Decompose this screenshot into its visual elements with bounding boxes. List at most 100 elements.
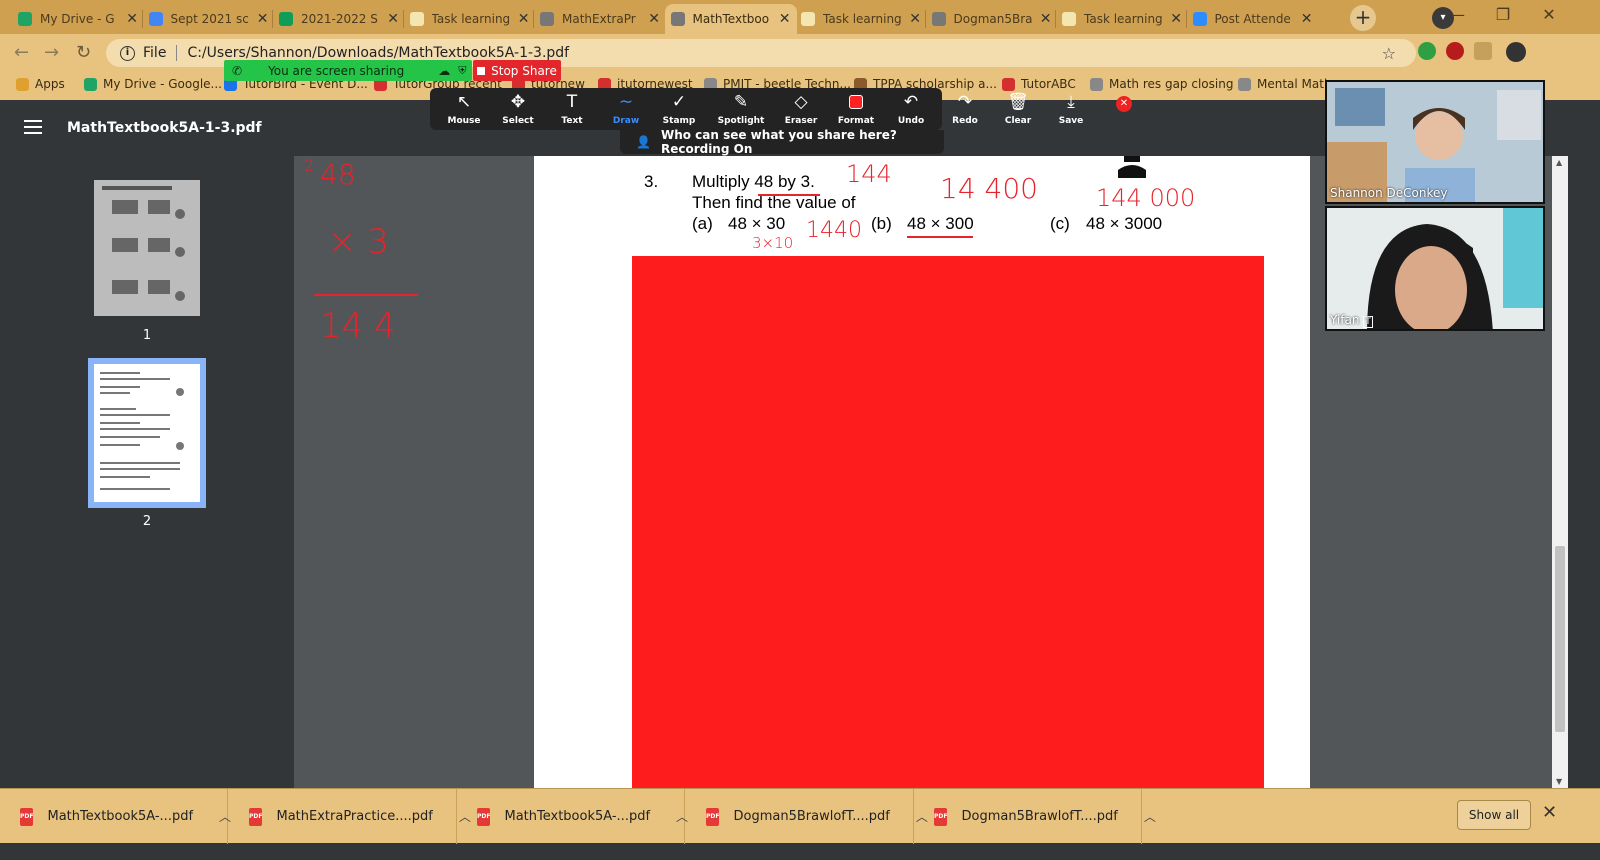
tab-separator (402, 10, 404, 28)
redo-icon: ↷ (957, 92, 973, 112)
extension-green-icon[interactable] (1418, 42, 1436, 60)
new-tab-button[interactable]: + (1350, 5, 1376, 31)
tab-separator (1055, 10, 1056, 28)
tool-eraser-button[interactable]: ◇ Eraser (774, 92, 828, 126)
tab-9[interactable]: Task learning ✕ (1056, 4, 1188, 34)
pdf-file-icon: PDF (477, 807, 491, 826)
bookmark-9[interactable]: TutorABC (1002, 77, 1076, 91)
menu-icon[interactable] (24, 120, 42, 134)
restore-icon[interactable]: ❐ (1480, 0, 1526, 30)
chevron-up-icon[interactable]: ︿ (1144, 808, 1156, 825)
tab-title: My Drive - G (40, 12, 115, 26)
tool-clear-button[interactable]: 🗑 Clear (991, 92, 1045, 126)
tab-4[interactable]: Task learning ✕ (404, 4, 536, 34)
tool-format-button[interactable]: Format (829, 92, 883, 126)
tool-stamp-button[interactable]: ✓ Stamp (652, 92, 706, 126)
ink-left-top: 48 (320, 158, 356, 191)
bookmark-label: Math res gap closing (1109, 77, 1234, 91)
window-close-icon[interactable]: ✕ (1526, 0, 1572, 30)
share-notice-bar[interactable]: 👤 Who can see what you share here? Recor… (620, 128, 944, 156)
tool-text-button[interactable]: T Text (545, 92, 599, 126)
extensions-puzzle-icon[interactable] (1474, 42, 1492, 60)
info-icon[interactable]: i (120, 45, 135, 61)
bookmark-2[interactable]: My Drive - Google... (84, 77, 222, 91)
move-icon: ✥ (510, 92, 526, 112)
bookmark-11[interactable]: Mental Math (1238, 77, 1332, 91)
download-item-3[interactable]: PDF MathTextbook5A-...pdf ︿ (457, 789, 688, 844)
tab-6[interactable]: MathTextboo ✕ (664, 4, 797, 34)
tab-1[interactable]: My Drive - G ✕ (12, 4, 144, 34)
ink-left-mult: × 3 (328, 222, 389, 262)
tool-label: Clear (1004, 116, 1032, 126)
download-item-2[interactable]: PDF MathExtraPractice....pdf ︿ (229, 789, 471, 844)
tab-5[interactable]: MathExtraPr ✕ (534, 4, 666, 34)
tab-2[interactable]: Sept 2021 sc ✕ (143, 4, 275, 34)
scroll-up-icon[interactable]: ▲ (1556, 158, 1562, 167)
bookmark-favicon-icon (1238, 77, 1251, 91)
bookmark-favicon-icon (84, 77, 97, 91)
close-downloads-icon[interactable]: ✕ (1542, 802, 1557, 823)
tool-save-button[interactable]: ⤓ Save (1044, 92, 1098, 126)
show-all-downloads-button[interactable]: Show all (1457, 800, 1531, 830)
tab-close-icon[interactable]: ✕ (1170, 11, 1182, 27)
thumbnail-page-1-content (102, 186, 185, 301)
tab-close-icon[interactable]: ✕ (909, 11, 921, 27)
video-tile-shannon[interactable]: Shannon DeConkey (1325, 80, 1545, 204)
profile-avatar[interactable] (1506, 42, 1526, 62)
thumbnail-sidebar: 1 2 (0, 156, 294, 788)
tab-separator (533, 10, 534, 28)
tool-label: Redo (952, 116, 978, 126)
address-divider (176, 45, 178, 61)
tool-mouse-button[interactable]: ↖ Mouse (437, 92, 491, 126)
download-item-1[interactable]: PDF MathTextbook5A-...pdf ︿ (0, 789, 231, 844)
tool-undo-button[interactable]: ↶ Undo (884, 92, 938, 126)
tab-close-icon[interactable]: ✕ (518, 11, 530, 27)
tab-close-icon[interactable]: ✕ (1301, 11, 1313, 27)
download-item-4[interactable]: PDF Dogman5BrawlofT....pdf ︿ (686, 789, 928, 844)
tab-close-icon[interactable]: ✕ (1040, 11, 1052, 27)
stop-icon (477, 66, 486, 75)
tab-close-icon[interactable]: ✕ (387, 11, 399, 27)
eraser-icon: ◇ (794, 92, 808, 112)
tab-close-icon[interactable]: ✕ (257, 11, 269, 27)
tab-close-icon[interactable]: ✕ (126, 11, 138, 27)
tab-7[interactable]: Task learning ✕ (795, 4, 927, 34)
ink-left-result: 14 4 (320, 306, 396, 346)
thumbnail-page-1[interactable] (94, 180, 200, 316)
video-tile-yifan[interactable]: Yifan T (1325, 206, 1545, 331)
scrollbar-thumb[interactable] (1555, 546, 1565, 732)
tab-favicon-icon (409, 12, 424, 26)
minimize-icon[interactable]: — (1434, 0, 1480, 30)
forward-icon[interactable]: → (44, 42, 59, 63)
close-annotation-icon[interactable]: ✕ (1116, 96, 1132, 112)
tab-close-icon[interactable]: ✕ (779, 11, 791, 27)
tab-3[interactable]: 2021-2022 S ✕ (273, 4, 405, 34)
tab-8[interactable]: Dogman5Bra ✕ (926, 4, 1058, 34)
reload-icon[interactable]: ↻ (76, 42, 91, 63)
url-text[interactable]: C:/Users/Shannon/Downloads/MathTextbook5… (187, 45, 569, 61)
tool-redo-button[interactable]: ↷ Redo (938, 92, 992, 126)
tab-title: Sept 2021 sc (170, 12, 249, 26)
tab-close-icon[interactable]: ✕ (648, 11, 660, 27)
thumbnail-page-2[interactable] (88, 358, 206, 508)
bookmark-1[interactable]: Apps (16, 77, 65, 91)
ublock-icon[interactable] (1446, 42, 1464, 60)
tool-spotlight-button[interactable]: ✎ Spotlight (714, 92, 768, 126)
stop-share-button[interactable]: Stop Share (473, 60, 561, 81)
tab-favicon-icon (931, 12, 946, 26)
downloads-bar: PDF MathTextbook5A-...pdf ︿ PDF MathExtraPra… (0, 788, 1600, 844)
download-item-5[interactable]: PDF Dogman5BrawlofT....pdf ︿ (914, 789, 1156, 844)
tool-label: Undo (897, 116, 925, 126)
format-icon (829, 92, 883, 112)
tool-draw-button[interactable]: ∼ Draw (599, 92, 653, 126)
back-icon[interactable]: ← (14, 42, 29, 63)
tab-10[interactable]: Post Attende ✕ (1187, 4, 1319, 34)
vertical-scrollbar[interactable]: ▲ ▼ (1552, 156, 1568, 788)
part-c-expression: 48 × 3000 (1086, 214, 1163, 233)
bookmark-10[interactable]: Math res gap closing (1090, 77, 1233, 91)
tool-label: Text (561, 116, 583, 126)
scroll-down-icon[interactable]: ▼ (1556, 777, 1562, 786)
bookmark-star-icon[interactable]: ☆ (1382, 44, 1396, 63)
tab-favicon-icon (670, 12, 685, 26)
tool-select-button[interactable]: ✥ Select (491, 92, 545, 126)
